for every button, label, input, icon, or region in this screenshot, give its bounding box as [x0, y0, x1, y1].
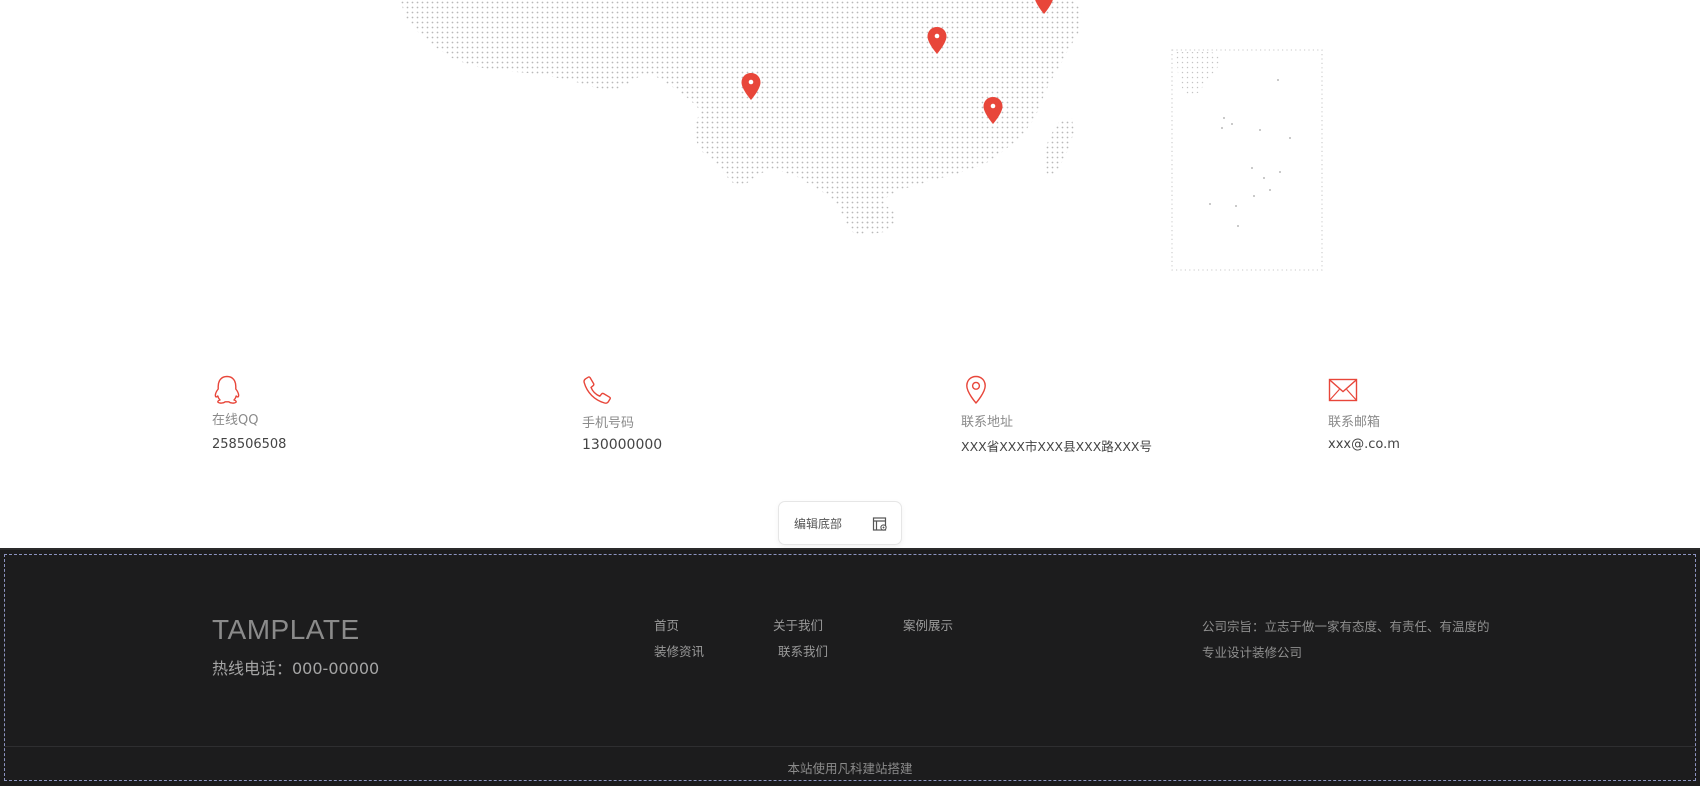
contact-email: 联系邮箱 xxx@.co.m — [1327, 374, 1567, 454]
contact-address: 联系地址 XXX省XXX市XXX县XXX路XXX号 — [960, 374, 1260, 454]
contact-qq: 在线QQ 258506508 — [211, 374, 451, 454]
contact-email-value: xxx@.co.m — [1328, 437, 1400, 452]
contact-phone-value: 130000000 — [582, 437, 663, 453]
footer-brand: TAMPLATE — [212, 614, 360, 645]
map-pin-4[interactable] — [1033, 0, 1055, 16]
edit-footer-button[interactable]: 编辑底部 — [778, 501, 902, 545]
mail-icon — [1328, 378, 1358, 402]
footer-motto-line1: 公司宗旨：立志于做一家有态度、有责任、有温度的 — [1202, 619, 1490, 634]
footer-nav-contact[interactable]: 联系我们 — [778, 641, 828, 660]
phone-icon — [583, 376, 611, 404]
footer-nav-news[interactable]: 装修资讯 — [654, 641, 704, 660]
qq-penguin-icon — [214, 375, 240, 404]
contact-phone-label: 手机号码 — [582, 416, 635, 431]
dotted-world-map — [400, 0, 1323, 271]
footer-divider — [4, 746, 1696, 747]
map-landmass-island — [1044, 118, 1074, 178]
map-inset-land — [1176, 52, 1222, 96]
footer-hotline: 热线电话：000-00000 — [212, 659, 380, 678]
map-pin-3[interactable] — [982, 96, 1004, 126]
footer-nav-home[interactable]: 首页 — [654, 615, 679, 634]
edit-footer-label: 编辑底部 — [794, 516, 843, 531]
contact-qq-value: 258506508 — [212, 437, 287, 452]
map-section — [0, 0, 1700, 330]
footer-motto-line2: 专业设计装修公司 — [1202, 645, 1303, 660]
map-inset-islands — [1209, 79, 1291, 227]
footer-copyright: 本站使用凡科建站搭建 — [787, 761, 913, 776]
footer-nav-about[interactable]: 关于我们 — [773, 615, 823, 634]
map-landmass-main — [400, 0, 1082, 236]
contact-address-label: 联系地址 — [961, 415, 1014, 430]
map-pin-2[interactable] — [926, 26, 948, 56]
contact-email-label: 联系邮箱 — [1328, 415, 1381, 430]
contact-qq-label: 在线QQ — [212, 413, 259, 428]
contact-phone: 手机号码 130000000 — [581, 374, 861, 454]
location-pin-icon — [966, 375, 986, 404]
contact-address-value: XXX省XXX市XXX县XXX路XXX号 — [961, 439, 1152, 454]
footer-nav-cases[interactable]: 案例展示 — [903, 615, 953, 634]
edit-footer-icon — [872, 517, 887, 531]
map-pin-1[interactable] — [740, 72, 762, 102]
